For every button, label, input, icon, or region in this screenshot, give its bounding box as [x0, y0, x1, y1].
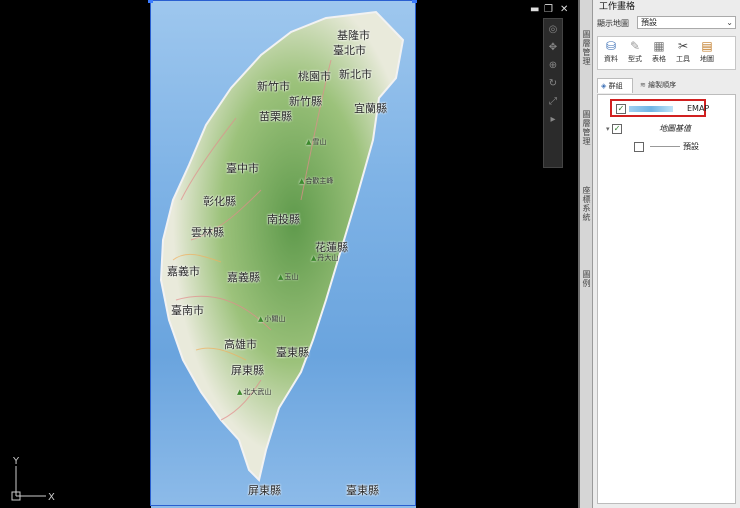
chevron-down-icon: ⌄ — [726, 18, 733, 27]
map-label-changhua: 彰化縣 — [203, 195, 236, 208]
tab-draw-order-label: 繪製順序 — [648, 81, 677, 89]
map-label-taoyuan: 桃園市 — [298, 70, 331, 83]
map-label-yilan: 宜蘭縣 — [354, 102, 387, 115]
draw-order-icon: ≋ — [640, 81, 646, 89]
mountain-label-xueshan: ▲雪山 — [306, 138, 327, 146]
axis-x-label: X — [48, 492, 55, 502]
taiwan-island-shape — [159, 10, 405, 482]
map-label-hsinchu-county: 新竹縣 — [289, 95, 322, 108]
map-label-chiayi-county: 嘉義縣 — [227, 271, 260, 284]
map-label-kaohsiung: 高雄市 — [224, 338, 257, 351]
task-pane: 工作畫格 顯示地圖 預設 ⌄ ⛁ 資料 ✎ 型式 ▦ 表格 ✂ 工具 ▤ 地圖 … — [593, 0, 740, 508]
tab-draw-order[interactable]: ≋ 繪製順序 — [637, 78, 697, 93]
mountain-label-dandashan: ▲丹大山 — [311, 254, 339, 262]
side-tab-2[interactable]: 圖層管理 — [581, 110, 592, 146]
panel-title: 工作畫格 — [593, 0, 740, 14]
map-label-new-taipei: 新北市 — [339, 68, 372, 81]
table-tool-label: 表格 — [652, 55, 666, 63]
tab-group-label: 群組 — [608, 82, 623, 90]
panel-tabs: ◈ 群組 ≋ 繪製順序 — [597, 78, 736, 94]
window-controls: ▬ ❐ ✕ — [528, 4, 578, 16]
table-icon: ▦ — [653, 39, 665, 53]
peak-icon: ▲ — [311, 254, 317, 262]
display-map-value: 預設 — [641, 18, 657, 27]
taiwan-map-image: 基隆市 臺北市 桃園市 新北市 新竹市 新竹縣 宜蘭縣 苗栗縣 臺中市 彰化縣 … — [151, 0, 416, 508]
peak-icon: ▲ — [306, 138, 312, 146]
map-label-taitung-south: 臺東縣 — [346, 484, 379, 497]
drawing-canvas[interactable]: 基隆市 臺北市 桃園市 新北市 新竹市 新竹縣 宜蘭縣 苗栗縣 臺中市 彰化縣 … — [0, 0, 578, 508]
expand-arrow-icon[interactable]: ▾ — [606, 125, 610, 133]
tree-item-base-layer[interactable]: ▾ ✓ 地圖基值 — [606, 122, 691, 135]
display-map-select[interactable]: 預設 ⌄ — [637, 16, 736, 29]
map-label-hsinchu-city: 新竹市 — [257, 80, 290, 93]
map-tool-button[interactable]: ▤ 地圖 — [696, 39, 718, 64]
map-label-taitung: 臺東縣 — [276, 346, 309, 359]
map-label-pingtung-south: 屏東縣 — [248, 484, 281, 497]
orbit-icon[interactable]: ↻ — [546, 77, 560, 91]
style-tool-label: 型式 — [628, 55, 642, 63]
peak-icon: ▲ — [299, 177, 305, 185]
default-checkbox[interactable] — [634, 141, 644, 152]
data-tool-label: 資料 — [604, 55, 618, 63]
map-label-yunlin: 雲林縣 — [191, 226, 224, 239]
tree-item-emap[interactable]: ✓ EMAP — [616, 102, 709, 115]
frame-grip-right[interactable] — [412, 0, 417, 3]
style-tool-button[interactable]: ✎ 型式 — [624, 39, 646, 64]
line-style-swatch — [650, 146, 680, 147]
map-label-chiayi-city: 嘉義市 — [167, 265, 200, 278]
emap-checkbox[interactable]: ✓ — [616, 103, 626, 114]
frame-grip-left[interactable] — [148, 0, 153, 3]
panel-side-tabs: 圖層管理 圖層管理 座標系統 圖例 — [580, 0, 593, 508]
zoom-icon[interactable]: ⊕ — [546, 59, 560, 73]
map-label-tainan: 臺南市 — [171, 304, 204, 317]
minimize-icon[interactable]: ▬ — [530, 4, 539, 16]
map-tool-label: 地圖 — [700, 55, 714, 63]
base-layer-checkbox[interactable]: ✓ — [612, 123, 623, 134]
side-tab-4[interactable]: 圖例 — [581, 270, 592, 288]
tab-group[interactable]: ◈ 群組 — [597, 78, 633, 93]
mountain-label-xiaoguanshan: ▲小關山 — [258, 315, 286, 323]
map-label-taipei: 臺北市 — [333, 44, 366, 57]
side-tab-3[interactable]: 座標系統 — [581, 186, 592, 222]
close-icon[interactable]: ✕ — [560, 4, 568, 16]
restore-icon[interactable]: ❐ — [544, 4, 553, 16]
map-icon: ▤ — [701, 39, 713, 53]
side-tab-1[interactable]: 圖層管理 — [581, 30, 592, 66]
panel-toolbar: ⛁ 資料 ✎ 型式 ▦ 表格 ✂ 工具 ▤ 地圖 — [597, 36, 736, 70]
emap-thumbnail — [629, 105, 673, 112]
tools-tool-button[interactable]: ✂ 工具 — [672, 39, 694, 64]
showmotion-icon[interactable]: ▸ — [546, 113, 560, 127]
peak-icon: ▲ — [237, 388, 243, 396]
steering-wheel-icon[interactable]: ◎ — [546, 23, 560, 37]
navigation-bar: ◎ ✥ ⊕ ↻ ⤢ ▸ — [543, 18, 563, 168]
peak-icon: ▲ — [258, 315, 264, 323]
mountain-label-hehuan: ▲合歡主峰 — [299, 177, 334, 185]
data-tool-button[interactable]: ⛁ 資料 — [600, 39, 622, 64]
mountain-label-yushan: ▲玉山 — [278, 273, 299, 281]
pan-icon[interactable]: ✥ — [546, 41, 560, 55]
layer-group-icon: ◈ — [601, 82, 607, 90]
base-layer-label: 地圖基值 — [659, 124, 692, 133]
map-label-taichung: 臺中市 — [226, 162, 259, 175]
map-label-miaoli: 苗栗縣 — [259, 110, 292, 123]
emap-label: EMAP — [687, 104, 710, 113]
layer-tree: ✓ EMAP ▾ ✓ 地圖基值 預設 — [597, 94, 736, 504]
map-label-keelung: 基隆市 — [337, 29, 370, 42]
mountain-label-beidawushan: ▲北大武山 — [237, 388, 272, 396]
tools-icon: ✂ — [677, 39, 689, 53]
map-label-pingtung: 屏東縣 — [231, 364, 264, 377]
zoom-extents-icon[interactable]: ⤢ — [546, 95, 560, 109]
database-icon: ⛁ — [605, 39, 617, 53]
tools-tool-label: 工具 — [676, 55, 690, 63]
display-map-label: 顯示地圖 — [597, 19, 629, 28]
table-tool-button[interactable]: ▦ 表格 — [648, 39, 670, 64]
peak-icon: ▲ — [278, 273, 284, 281]
brush-icon: ✎ — [629, 39, 641, 53]
axis-y-label: Y — [12, 456, 20, 467]
map-label-nantou: 南投縣 — [267, 213, 300, 226]
default-label: 預設 — [683, 142, 699, 151]
ucs-axis-icon: Y X — [11, 456, 55, 502]
tree-item-default[interactable]: 預設 — [634, 140, 699, 153]
